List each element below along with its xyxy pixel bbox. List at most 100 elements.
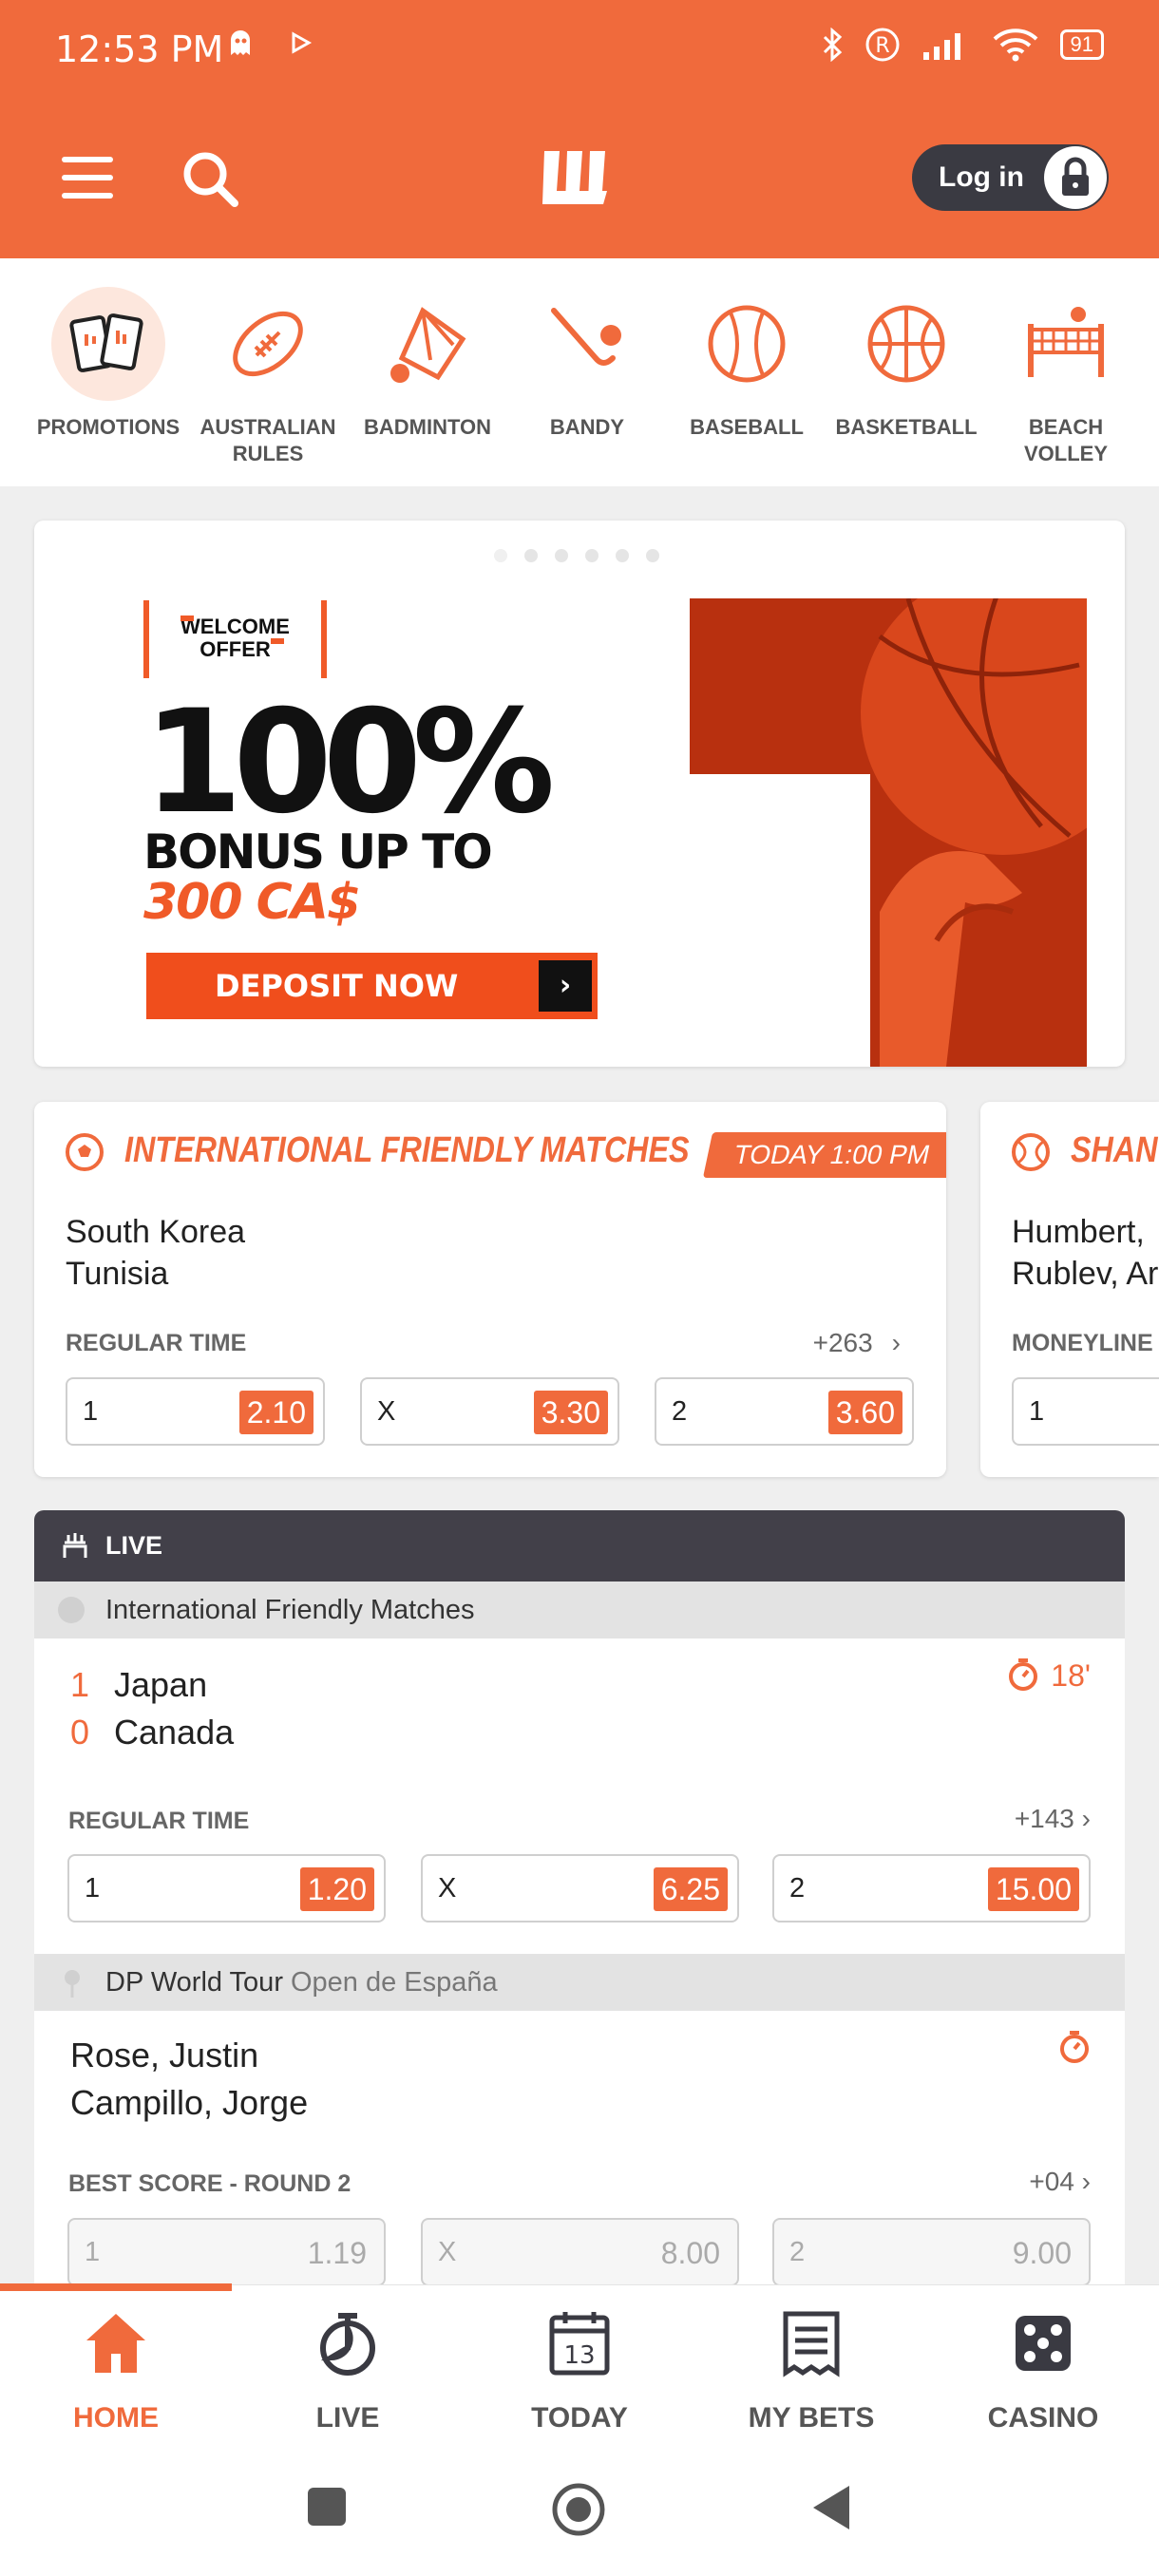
golf-pin-icon xyxy=(65,1970,80,1998)
odds-label: 2 xyxy=(789,1873,806,1904)
sport-item-beach-volley[interactable]: BEACH VOLLEY xyxy=(985,287,1147,467)
nav-label: MY BETS xyxy=(748,2402,875,2434)
player-2: Campillo, Jorge xyxy=(70,2083,309,2122)
odds-value: 8.00 xyxy=(660,2236,720,2270)
nav-my-bets[interactable]: MY BETS xyxy=(695,2304,927,2434)
nav-live[interactable]: LIVE xyxy=(232,2304,464,2434)
nav-casino[interactable]: CASINO xyxy=(927,2304,1159,2434)
basketball-player-image xyxy=(690,598,1087,1067)
odds-button-home[interactable]: 1 xyxy=(1012,1377,1159,1446)
odds-label: 1 xyxy=(85,1873,101,1904)
calendar-day: 13 xyxy=(563,2341,595,2370)
more-markets-link[interactable]: +04 › xyxy=(1029,2167,1091,2197)
competition-row[interactable]: DP World Tour Open de España xyxy=(34,1954,1125,2011)
nav-label: CASINO xyxy=(987,2402,1099,2434)
odds-button-home[interactable]: 1 1.20 xyxy=(67,1854,386,1923)
nav-home[interactable]: HOME xyxy=(0,2304,232,2434)
nav-today[interactable]: 13 TODAY xyxy=(464,2304,695,2434)
shuttlecock-icon xyxy=(370,287,484,401)
battery-indicator: 91 xyxy=(1059,29,1104,60)
bet-slip-icon xyxy=(783,2311,840,2377)
live-header[interactable]: LIVE xyxy=(34,1510,1125,1582)
odds-button-2[interactable]: 2 9.00 xyxy=(772,2218,1091,2284)
more-markets-link[interactable]: +143 › xyxy=(1015,1804,1091,1834)
sport-item-bandy[interactable]: BANDY xyxy=(506,287,668,441)
lock-icon xyxy=(1044,146,1107,209)
competition-name: DP World Tour xyxy=(105,1967,283,1998)
stopwatch-icon xyxy=(1009,1658,1038,1691)
live-event[interactable]: Rose, Justin Campillo, Jorge BEST SCORE … xyxy=(34,2011,1125,2284)
registered-icon: R xyxy=(865,28,900,62)
australian-football-icon xyxy=(211,287,325,401)
odds-value: 6.25 xyxy=(653,1867,728,1911)
back-icon[interactable] xyxy=(809,2484,853,2531)
carousel-dots xyxy=(494,549,659,562)
odds-button-1[interactable]: 1 1.19 xyxy=(67,2218,386,2284)
chevron-right-icon: › xyxy=(1081,2167,1091,2196)
more-markets-link[interactable]: +263 › xyxy=(813,1328,901,1358)
notification-icons xyxy=(228,28,314,65)
competition-title: SHANG xyxy=(1071,1130,1159,1170)
sport-label: BEACH VOLLEY xyxy=(1023,415,1108,465)
competition-row[interactable]: International Friendly Matches xyxy=(34,1582,1125,1638)
recent-apps-icon[interactable] xyxy=(306,2486,348,2528)
sport-item-badminton[interactable]: BADMINTON xyxy=(347,287,508,441)
live-section: LIVE International Friendly Matches 1 Jap… xyxy=(34,1510,1125,2284)
sport-label: BASKETBALL xyxy=(835,415,978,439)
menu-icon[interactable] xyxy=(62,157,113,200)
status-bar: 12:53 PM R 91 xyxy=(0,0,1159,100)
sports-carousel[interactable]: PROMOTIONS AUSTRALIAN RULES BADMINTON BA… xyxy=(0,258,1159,486)
team-home: South Korea xyxy=(66,1214,246,1250)
deposit-now-button[interactable]: DEPOSIT NOW › xyxy=(146,953,598,1019)
odds-button-x[interactable]: X 8.00 xyxy=(421,2218,739,2284)
odds-button-home[interactable]: 1 2.10 xyxy=(66,1377,325,1446)
match-card[interactable]: INTERNATIONAL FRIENDLY MATCHES TODAY 1:0… xyxy=(34,1102,946,1477)
login-label: Log in xyxy=(939,161,1024,193)
bonus-percent: 100% xyxy=(143,680,555,845)
team-home: Humbert, xyxy=(1012,1214,1145,1250)
team-away: 0 Canada xyxy=(70,1713,234,1752)
odds-button-draw[interactable]: X 3.30 xyxy=(360,1377,619,1446)
team-away: Tunisia xyxy=(66,1256,169,1292)
ghost-icon xyxy=(231,30,250,55)
match-card[interactable]: SHANG Humbert, Rublev, Ar MONEYLINE 1 xyxy=(980,1102,1159,1477)
odds-label: X xyxy=(438,1873,457,1904)
promo-banner[interactable]: WELCOME OFFER 100% BONUS UP TO 300 CA$ D… xyxy=(34,521,1125,1067)
more-markets-count: +263 xyxy=(812,1328,873,1357)
team-home: 1 Japan xyxy=(70,1665,207,1705)
team-away: Rublev, Ar xyxy=(1012,1256,1159,1292)
market-label: REGULAR TIME xyxy=(68,1808,250,1834)
sport-item-basketball[interactable]: BASKETBALL xyxy=(826,287,987,441)
nav-label: HOME xyxy=(73,2402,159,2434)
brand-logo[interactable] xyxy=(537,140,622,216)
live-title: LIVE xyxy=(105,1531,163,1560)
search-icon[interactable] xyxy=(180,149,239,208)
odds-button-away[interactable]: 2 3.60 xyxy=(655,1377,914,1446)
odds-value: 15.00 xyxy=(987,1867,1079,1911)
bandy-stick-icon xyxy=(530,287,644,401)
player-1: Rose, Justin xyxy=(70,2036,259,2074)
login-button[interactable]: Log in xyxy=(912,144,1109,211)
team-name: Japan xyxy=(114,1665,208,1704)
signal-icon xyxy=(922,33,960,60)
odds-button-draw[interactable]: X 6.25 xyxy=(421,1854,739,1923)
home-circle-icon[interactable] xyxy=(551,2482,606,2537)
odds-button-away[interactable]: 2 15.00 xyxy=(772,1854,1091,1923)
sport-item-australian-rules[interactable]: AUSTRALIAN RULES xyxy=(187,287,349,467)
home-icon xyxy=(86,2314,145,2373)
score-away: 0 xyxy=(70,1713,90,1752)
team-name: Canada xyxy=(114,1713,235,1752)
market-label: BEST SCORE - ROUND 2 xyxy=(68,2170,352,2197)
chevron-right-icon: › xyxy=(891,1328,901,1357)
system-icons: R 91 xyxy=(821,27,1104,63)
wifi-icon xyxy=(993,28,1037,62)
odds-label: X xyxy=(377,1396,396,1427)
clock-value: 18' xyxy=(1051,1658,1091,1693)
play-icon xyxy=(292,31,313,54)
sport-label: BANDY xyxy=(549,415,625,439)
sport-item-promotions[interactable]: PROMOTIONS xyxy=(28,287,189,441)
live-event[interactable]: 1 Japan 0 Canada 18' REGULAR TIME +143 › 1… xyxy=(34,1638,1125,1954)
more-markets-count: +04 xyxy=(1029,2167,1074,2196)
sport-item-baseball[interactable]: BASEBALL xyxy=(666,287,827,441)
bottom-navigation: HOME LIVE 13 TODAY MY BETS CASINO xyxy=(0,2283,1159,2455)
